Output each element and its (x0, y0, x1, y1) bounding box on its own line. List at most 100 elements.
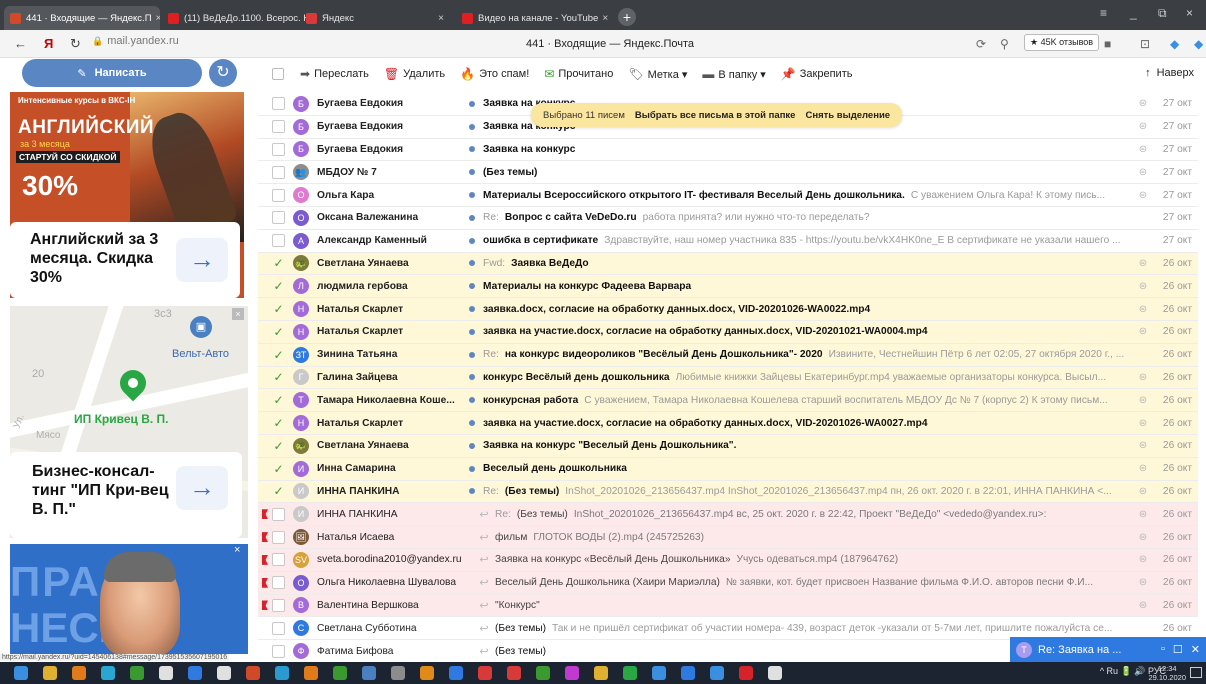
message-checkbox[interactable] (272, 211, 285, 225)
extensions-icon[interactable]: ⊡ (1140, 37, 1150, 51)
message-checkbox[interactable]: ✓ (272, 302, 285, 316)
action-center-icon[interactable] (1190, 667, 1202, 678)
minimize-icon[interactable]: ▫ (1161, 643, 1165, 656)
taskbar-app-icon[interactable] (246, 666, 260, 680)
taskbar-app-icon[interactable] (739, 666, 753, 680)
unread-dot-icon[interactable] (469, 146, 475, 153)
message-checkbox[interactable] (272, 507, 285, 521)
taskbar-app-icon[interactable] (188, 666, 202, 680)
unread-dot-icon[interactable] (469, 328, 475, 335)
close-window-icon[interactable]: × (1186, 6, 1193, 20)
browser-tab[interactable]: 441 · Входящие — Яндекс.П × (4, 6, 160, 30)
menu-icon[interactable]: ≡ (1100, 6, 1107, 20)
scroll-top-button[interactable]: ↑ Наверх (1145, 67, 1194, 79)
taskbar-app-icon[interactable] (304, 666, 318, 680)
message-row[interactable]: ✓ 🐢 Светлана Уянаева Заявка на конкурс "Вес… (258, 435, 1198, 458)
message-checkbox[interactable]: ✓ (272, 348, 285, 362)
unread-dot-icon[interactable] (469, 442, 475, 449)
message-checkbox[interactable]: ✓ (272, 462, 285, 476)
new-mail-notification[interactable]: T Re: Заявка на ... ▫ ☐ ✕ (1010, 637, 1206, 662)
download-icon[interactable]: ◆ (1194, 37, 1203, 51)
taskbar-app-icon[interactable] (594, 666, 608, 680)
ad-map[interactable]: 3с3 20 ▣ × Вельт-Авто ИП Кривец В. П. Ул… (10, 306, 248, 538)
maximize-icon[interactable]: ⧉ (1158, 6, 1167, 21)
unread-dot-icon[interactable] (469, 306, 475, 313)
spam-button[interactable]: 🔥 Это спам! (460, 67, 529, 81)
message-row[interactable]: ✓ Ллюдмила гербова Материалы на конкурс Фа… (258, 275, 1198, 299)
taskbar-app-icon[interactable] (391, 666, 405, 680)
message-checkbox[interactable]: ✓ (272, 439, 285, 453)
taskbar-app-icon[interactable] (333, 666, 347, 680)
unread-dot-icon[interactable] (469, 465, 475, 472)
taskbar-app-icon[interactable] (652, 666, 666, 680)
ad-banner-portrait[interactable]: ПРА ИЧ НЕСК × (10, 544, 248, 654)
message-checkbox[interactable]: ✓ (272, 393, 285, 407)
minimize-icon[interactable]: _ (1130, 6, 1137, 20)
clock[interactable]: 12:34 29.10.2020 (1148, 664, 1186, 682)
unread-dot-icon[interactable] (469, 420, 475, 427)
deselect-link[interactable]: Снять выделение (805, 110, 890, 121)
ad-card[interactable]: Английский за 3 месяца. Скидка 30% → (10, 222, 240, 298)
message-row[interactable]: Б Бугаева Евдокия Заявка на конкурс ⊜ 27 окт (258, 139, 1198, 162)
unread-dot-icon[interactable] (469, 123, 475, 130)
message-checkbox[interactable] (272, 553, 285, 567)
unread-dot-icon[interactable] (469, 374, 475, 381)
taskbar-app-icon[interactable] (159, 666, 173, 680)
message-row[interactable]: 👥 МБДОУ № 7 (Без темы) ⊜ 27 окт (258, 161, 1198, 185)
select-all-checkbox[interactable] (272, 68, 284, 80)
close-icon[interactable]: ✕ (1191, 643, 1200, 656)
taskbar-app-icon[interactable] (507, 666, 521, 680)
message-checkbox[interactable]: ✓ (272, 256, 285, 270)
taskbar-app-icon[interactable] (43, 666, 57, 680)
select-all-link[interactable]: Выбрать все письма в этой папке (635, 110, 796, 121)
close-tab-icon[interactable]: × (434, 13, 444, 24)
message-row[interactable]: О Ольга Николаевна Шувалова ↩ Веселый День … (258, 571, 1198, 595)
refresh-button[interactable]: ↻ (209, 59, 237, 87)
taskbar-app-icon[interactable] (681, 666, 695, 680)
message-row[interactable]: ✓ 🐢 Светлана Уянаева Fwd: Заявка ВеДеДо ⊜ 26 о… (258, 252, 1198, 276)
unread-dot-icon[interactable] (469, 192, 475, 199)
message-row[interactable]: А Александр Каменный ошибка в сертификате З… (258, 230, 1198, 253)
message-row[interactable]: 🖼 Наталья Исаева ↩ фильм ГЛОТОК ВОДЫ (2).mp4… (258, 526, 1198, 549)
label-button[interactable]: 🏷 Метка ▾ (628, 67, 687, 81)
unread-dot-icon[interactable] (469, 397, 475, 404)
message-checkbox[interactable] (272, 598, 285, 612)
message-checkbox[interactable] (272, 97, 285, 111)
sync-icon[interactable]: ◆ (1170, 37, 1179, 51)
ad-arrow-icon[interactable]: → (176, 238, 228, 282)
taskbar-app-icon[interactable] (14, 666, 28, 680)
yandex-logo[interactable]: Я (44, 36, 53, 52)
restore-icon[interactable]: ☐ (1173, 643, 1183, 656)
taskbar-app-icon[interactable] (362, 666, 376, 680)
browser-tab[interactable]: (11) ВеДеДо.1100. Всерос. К× (162, 6, 314, 30)
taskbar-app-icon[interactable] (217, 666, 231, 680)
browser-tab[interactable]: Видео на канале - YouTube × (456, 6, 610, 30)
unread-dot-icon[interactable] (469, 351, 475, 358)
message-checkbox[interactable] (272, 142, 285, 156)
unread-dot-icon[interactable] (469, 214, 475, 221)
compose-button[interactable]: ✎ Написать (22, 59, 202, 87)
taskbar-app-icon[interactable] (623, 666, 637, 680)
address-bar[interactable]: 🔒 mail.yandex.ru (92, 35, 179, 47)
message-row[interactable]: ✓ Н Наталья Скарлет заявка на участие.docx,… (258, 412, 1198, 435)
taskbar-app-icon[interactable] (536, 666, 550, 680)
message-row[interactable]: ✓ И Инна Самарина Веселый день дошкольника ⊜… (258, 457, 1198, 481)
taskbar-app-icon[interactable] (130, 666, 144, 680)
message-row[interactable]: ✓ И ИННА ПАНКИНА Re: (Без темы) InShot_202010… (258, 480, 1198, 504)
taskbar-app-icon[interactable] (420, 666, 434, 680)
taskbar-app-icon[interactable] (565, 666, 579, 680)
message-row[interactable]: И ИННА ПАНКИНА ↩ Re: (Без темы) InShot_202010… (258, 503, 1198, 527)
message-row[interactable]: ✓ Н Наталья Скарлет заявка на участие.docx,… (258, 321, 1198, 344)
message-checkbox[interactable] (272, 621, 285, 635)
key-icon[interactable]: ⚲ (1000, 37, 1009, 51)
message-checkbox[interactable] (272, 576, 285, 590)
back-icon[interactable]: ← (14, 36, 27, 52)
browser-tab[interactable]: Яндекс × (300, 6, 450, 30)
message-checkbox[interactable] (272, 530, 285, 544)
message-row[interactable]: ✓ Н Наталья Скарлет заявка.docx, согласие н… (258, 298, 1198, 321)
close-tab-icon[interactable]: × (598, 13, 608, 24)
message-checkbox[interactable]: ✓ (272, 416, 285, 430)
message-row[interactable]: ✓ ЗТ Зинина Татьяна Re: на конкурс видеороли… (258, 343, 1198, 367)
close-tab-icon[interactable]: × (152, 13, 160, 24)
unread-dot-icon[interactable] (469, 237, 475, 244)
